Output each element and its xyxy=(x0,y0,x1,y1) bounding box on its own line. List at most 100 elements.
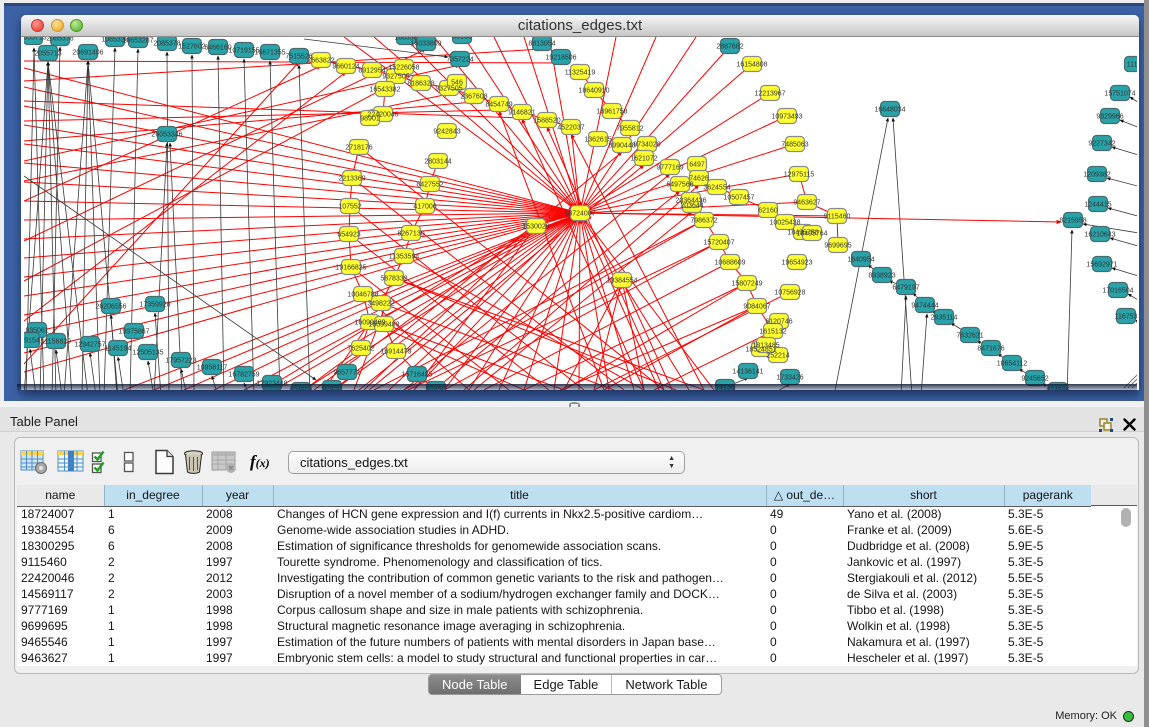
svg-text:2718176: 2718176 xyxy=(345,145,372,152)
svg-text:16914479: 16914479 xyxy=(380,349,411,356)
svg-text:835061: 835061 xyxy=(25,328,48,335)
svg-text:8186328: 8186328 xyxy=(407,81,434,88)
svg-text:11325419: 11325419 xyxy=(565,70,596,77)
svg-text:26206556: 26206556 xyxy=(95,304,126,311)
svg-text:8427552: 8427552 xyxy=(416,182,443,189)
svg-text:6497: 6497 xyxy=(689,162,705,169)
svg-text:1621072: 1621072 xyxy=(630,156,657,163)
svg-text:1588520: 1588520 xyxy=(533,118,560,125)
svg-text:9245652: 9245652 xyxy=(1021,376,1048,383)
svg-text:20364436: 20364436 xyxy=(675,198,706,205)
svg-text:9115460: 9115460 xyxy=(824,214,851,221)
svg-text:18495764: 18495764 xyxy=(796,231,827,238)
svg-text:9777169: 9777169 xyxy=(656,165,683,172)
svg-text:16099489: 16099489 xyxy=(368,322,399,329)
svg-text:9660124: 9660124 xyxy=(332,64,359,71)
svg-text:9329966: 9329966 xyxy=(1096,114,1123,121)
svg-text:4522037: 4522037 xyxy=(557,125,584,132)
svg-text:6497568: 6497568 xyxy=(666,182,693,189)
svg-text:1117: 1117 xyxy=(1127,62,1137,69)
svg-text:19384554: 19384554 xyxy=(606,278,637,285)
svg-text:1733426: 1733426 xyxy=(776,375,803,382)
svg-text:7357224: 7357224 xyxy=(446,57,473,64)
svg-text:9327505: 9327505 xyxy=(382,74,409,81)
svg-text:9657771: 9657771 xyxy=(333,370,360,377)
svg-text:16782759: 16782759 xyxy=(228,372,259,379)
svg-text:10025438: 10025438 xyxy=(769,220,800,227)
svg-text:7632621: 7632621 xyxy=(956,333,983,340)
svg-text:9734028: 9734028 xyxy=(633,142,660,149)
svg-text:16210643: 16210643 xyxy=(1084,232,1115,239)
svg-text:9146821: 9146821 xyxy=(508,110,535,117)
svg-text:11156829: 11156829 xyxy=(41,339,71,346)
svg-text:654923: 654923 xyxy=(337,232,360,239)
svg-text:10756928: 10756928 xyxy=(774,290,805,297)
svg-text:10654112: 10654112 xyxy=(997,361,1028,368)
svg-text:16648034: 16648034 xyxy=(874,107,905,114)
svg-text:15720407: 15720407 xyxy=(703,240,734,247)
svg-text:6120746: 6120746 xyxy=(765,319,792,326)
svg-text:3624554: 3624554 xyxy=(703,185,730,192)
svg-text:10507457: 10507457 xyxy=(723,195,754,202)
svg-text:1530020: 1530020 xyxy=(522,224,549,231)
svg-text:8813054: 8813054 xyxy=(528,41,555,48)
svg-text:3498222: 3498222 xyxy=(367,301,394,308)
svg-text:12213967: 12213967 xyxy=(754,91,785,98)
svg-text:10653287: 10653287 xyxy=(122,38,153,45)
svg-text:62160: 62160 xyxy=(758,208,778,215)
svg-text:74626: 74626 xyxy=(689,176,709,183)
svg-text:2803144: 2803144 xyxy=(424,159,451,166)
svg-text:9463627: 9463627 xyxy=(793,200,820,207)
svg-text:12975115: 12975115 xyxy=(784,172,815,179)
svg-text:8938923: 8938923 xyxy=(868,273,895,280)
svg-text:9084067: 9084067 xyxy=(743,304,770,311)
svg-text:1209382: 1209382 xyxy=(1083,172,1110,179)
svg-text:15751074: 15751074 xyxy=(1104,91,1135,98)
svg-text:7625402: 7625402 xyxy=(347,346,374,353)
svg-text:16154808: 16154808 xyxy=(736,62,767,69)
svg-text:11353594: 11353594 xyxy=(389,254,420,261)
svg-text:16671355: 16671355 xyxy=(254,50,285,57)
svg-text:98901: 98901 xyxy=(360,116,380,123)
svg-text:19166825: 19166825 xyxy=(335,265,366,272)
svg-text:8990448: 8990448 xyxy=(608,143,635,150)
svg-text:1640954: 1640954 xyxy=(847,257,874,264)
svg-text:5878332: 5878332 xyxy=(380,276,407,283)
svg-text:252214: 252214 xyxy=(766,353,789,360)
svg-text:107552: 107552 xyxy=(338,204,361,211)
svg-text:15716485: 15716485 xyxy=(401,372,432,379)
svg-text:1813485: 1813485 xyxy=(752,343,779,350)
svg-text:17957223: 17957223 xyxy=(165,358,196,365)
svg-text:546: 546 xyxy=(451,80,463,87)
svg-text:19218506: 19218506 xyxy=(545,55,576,62)
svg-text:1615132: 1615132 xyxy=(759,329,786,336)
svg-text:1145194: 1145194 xyxy=(105,346,132,353)
svg-text:15807249: 15807249 xyxy=(731,281,762,288)
svg-text:7955812: 7955812 xyxy=(616,126,643,133)
svg-text:9474444: 9474444 xyxy=(911,303,938,310)
svg-text:9242843: 9242843 xyxy=(433,129,460,136)
svg-text:12505135: 12505135 xyxy=(132,350,163,357)
svg-text:19654923: 19654923 xyxy=(781,260,812,267)
svg-text:2367608: 2367608 xyxy=(460,94,487,101)
svg-text:16543382: 16543382 xyxy=(369,87,400,94)
svg-text:2055713: 2055713 xyxy=(24,37,47,42)
svg-text:15226058: 15226058 xyxy=(388,65,419,72)
svg-text:17359928: 17359928 xyxy=(139,302,170,309)
svg-text:6479197: 6479197 xyxy=(892,285,919,292)
svg-text:7986372: 7986372 xyxy=(690,218,717,225)
svg-text:2085378: 2085378 xyxy=(153,41,180,48)
svg-text:10973493: 10973493 xyxy=(771,114,802,121)
svg-text:2085378: 2085378 xyxy=(46,37,73,43)
svg-text:39154: 39154 xyxy=(24,338,40,345)
svg-text:18724007: 18724007 xyxy=(564,211,595,218)
svg-text:8267130: 8267130 xyxy=(397,231,424,238)
svg-text:20691406: 20691406 xyxy=(72,50,103,57)
svg-text:417006: 417006 xyxy=(413,204,436,211)
svg-text:2213369: 2213369 xyxy=(338,176,365,183)
svg-text:7485063: 7485063 xyxy=(781,142,808,149)
svg-text:14136141: 14136141 xyxy=(732,369,763,376)
svg-text:8471676: 8471676 xyxy=(977,346,1004,353)
svg-text:17016504: 17016504 xyxy=(1102,288,1133,295)
svg-text:10046788: 10046788 xyxy=(347,292,378,299)
